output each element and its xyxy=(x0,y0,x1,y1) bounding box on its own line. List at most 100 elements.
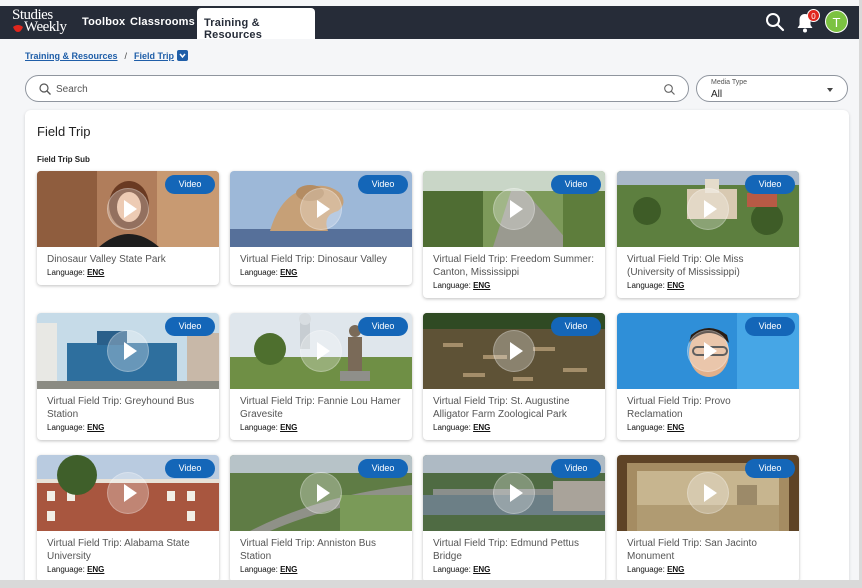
language-code-link[interactable]: ENG xyxy=(87,565,104,574)
video-thumbnail[interactable]: Video xyxy=(230,171,412,247)
video-card[interactable]: Video Virtual Field Trip: Freedom Summer:… xyxy=(423,171,605,298)
video-thumbnail[interactable]: Video xyxy=(423,313,605,389)
play-icon[interactable] xyxy=(300,188,342,230)
language-code-link[interactable]: ENG xyxy=(667,565,684,574)
logo-text-line2: Weekly xyxy=(24,19,67,35)
language-code-link[interactable]: ENG xyxy=(667,423,684,432)
language-label: Language: xyxy=(433,423,471,432)
video-card[interactable]: Video Virtual Field Trip: Alabama State U… xyxy=(37,455,219,580)
video-badge: Video xyxy=(165,459,215,478)
language-code-link[interactable]: ENG xyxy=(280,423,297,432)
search-input[interactable] xyxy=(56,81,636,97)
video-card[interactable]: Video Virtual Field Trip: Fannie Lou Hame… xyxy=(230,313,412,440)
play-icon[interactable] xyxy=(687,472,729,514)
card-title[interactable]: Virtual Field Trip: Alabama State Univer… xyxy=(37,531,219,563)
video-card[interactable]: Video Virtual Field Trip: Dinosaur Valley… xyxy=(230,171,412,285)
search-icon[interactable] xyxy=(765,12,785,32)
notification-badge: 0 xyxy=(807,9,820,22)
play-icon[interactable] xyxy=(493,188,535,230)
card-title[interactable]: Dinosaur Valley State Park xyxy=(37,247,219,266)
search-bar xyxy=(25,75,689,102)
play-icon[interactable] xyxy=(493,472,535,514)
video-thumbnail[interactable]: Video xyxy=(617,455,799,531)
nav-classrooms[interactable]: Classrooms xyxy=(130,16,195,28)
video-thumbnail[interactable]: Video xyxy=(230,455,412,531)
video-badge: Video xyxy=(165,317,215,336)
language-code-link[interactable]: ENG xyxy=(87,268,104,277)
video-card[interactable]: Video Virtual Field Trip: Greyhound Bus S… xyxy=(37,313,219,440)
video-thumbnail[interactable]: Video xyxy=(617,171,799,247)
play-icon[interactable] xyxy=(107,472,149,514)
breadcrumb-dropdown-icon[interactable] xyxy=(177,50,189,61)
video-badge: Video xyxy=(745,317,795,336)
play-icon[interactable] xyxy=(687,330,729,372)
nav-toolbox[interactable]: Toolbox xyxy=(82,16,125,28)
breadcrumb-training-resources[interactable]: Training & Resources xyxy=(25,51,118,61)
card-title[interactable]: Virtual Field Trip: San Jacinto Monument xyxy=(617,531,799,563)
video-card[interactable]: Video Virtual Field Trip: St. Augustine A… xyxy=(423,313,605,440)
card-title[interactable]: Virtual Field Trip: Edmund Pettus Bridge xyxy=(423,531,605,563)
card-title[interactable]: Virtual Field Trip: Greyhound Bus Statio… xyxy=(37,389,219,421)
video-badge: Video xyxy=(745,175,795,194)
language-code-link[interactable]: ENG xyxy=(473,281,490,290)
media-type-label: Media Type xyxy=(711,79,748,86)
user-avatar[interactable]: T xyxy=(825,10,848,33)
video-card[interactable]: Video Virtual Field Trip: Edmund Pettus B… xyxy=(423,455,605,580)
video-card[interactable]: Video Virtual Field Trip: San Jacinto Mon… xyxy=(617,455,799,580)
video-thumbnail[interactable]: Video xyxy=(37,171,219,247)
card-title[interactable]: Virtual Field Trip: St. Augustine Alliga… xyxy=(423,389,605,421)
card-title[interactable]: Virtual Field Trip: Provo Reclamation xyxy=(617,389,799,421)
video-thumbnail[interactable]: Video xyxy=(230,313,412,389)
video-thumbnail[interactable]: Video xyxy=(37,313,219,389)
card-language: Language: ENG xyxy=(617,563,799,580)
language-label: Language: xyxy=(240,565,278,574)
language-label: Language: xyxy=(433,281,471,290)
breadcrumb: Training & Resources / Field Trip xyxy=(25,50,189,61)
play-icon[interactable] xyxy=(493,330,535,372)
language-label: Language: xyxy=(627,423,665,432)
video-badge: Video xyxy=(358,459,408,478)
nav-training-resources-tab[interactable]: Training & Resources xyxy=(197,8,315,41)
video-card[interactable]: Video Dinosaur Valley State Park Language:… xyxy=(37,171,219,285)
card-language: Language: ENG xyxy=(230,421,412,440)
play-icon[interactable] xyxy=(687,188,729,230)
search-submit-icon[interactable] xyxy=(663,83,676,96)
language-code-link[interactable]: ENG xyxy=(280,565,297,574)
card-title[interactable]: Virtual Field Trip: Ole Miss (University… xyxy=(617,247,799,279)
video-badge: Video xyxy=(745,459,795,478)
video-thumbnail[interactable]: Video xyxy=(37,455,219,531)
language-code-link[interactable]: ENG xyxy=(473,423,490,432)
video-badge: Video xyxy=(358,317,408,336)
play-icon[interactable] xyxy=(107,330,149,372)
card-title[interactable]: Virtual Field Trip: Anniston Bus Station xyxy=(230,531,412,563)
play-icon[interactable] xyxy=(107,188,149,230)
section-title: Field Trip Sub xyxy=(37,155,90,164)
media-type-select[interactable]: Media Type All xyxy=(696,75,848,102)
video-badge: Video xyxy=(551,459,601,478)
page-title: Field Trip xyxy=(37,124,91,139)
media-type-value: All xyxy=(711,89,723,100)
video-thumbnail[interactable]: Video xyxy=(617,313,799,389)
language-code-link[interactable]: ENG xyxy=(280,268,297,277)
language-code-link[interactable]: ENG xyxy=(667,281,684,290)
card-title[interactable]: Virtual Field Trip: Fannie Lou Hamer Gra… xyxy=(230,389,412,421)
card-title[interactable]: Virtual Field Trip: Dinosaur Valley xyxy=(230,247,412,266)
video-card[interactable]: Video Virtual Field Trip: Provo Reclamati… xyxy=(617,313,799,440)
studies-weekly-logo[interactable]: Studies Weekly xyxy=(10,7,70,36)
card-language: Language: ENG xyxy=(37,266,219,285)
card-language: Language: ENG xyxy=(423,421,605,440)
play-icon[interactable] xyxy=(300,472,342,514)
card-title[interactable]: Virtual Field Trip: Freedom Summer: Cant… xyxy=(423,247,605,279)
video-card[interactable]: Video Virtual Field Trip: Ole Miss (Unive… xyxy=(617,171,799,298)
top-navigation-bar: Studies Weekly Toolbox Classrooms Traini… xyxy=(0,6,859,41)
card-language: Language: ENG xyxy=(423,279,605,298)
video-card[interactable]: Video Virtual Field Trip: Anniston Bus St… xyxy=(230,455,412,580)
language-code-link[interactable]: ENG xyxy=(87,423,104,432)
video-thumbnail[interactable]: Video xyxy=(423,171,605,247)
language-code-link[interactable]: ENG xyxy=(473,565,490,574)
video-thumbnail[interactable]: Video xyxy=(423,455,605,531)
card-language: Language: ENG xyxy=(230,563,412,580)
play-icon[interactable] xyxy=(300,330,342,372)
breadcrumb-separator: / xyxy=(124,50,128,61)
breadcrumb-field-trip[interactable]: Field Trip xyxy=(134,51,174,61)
